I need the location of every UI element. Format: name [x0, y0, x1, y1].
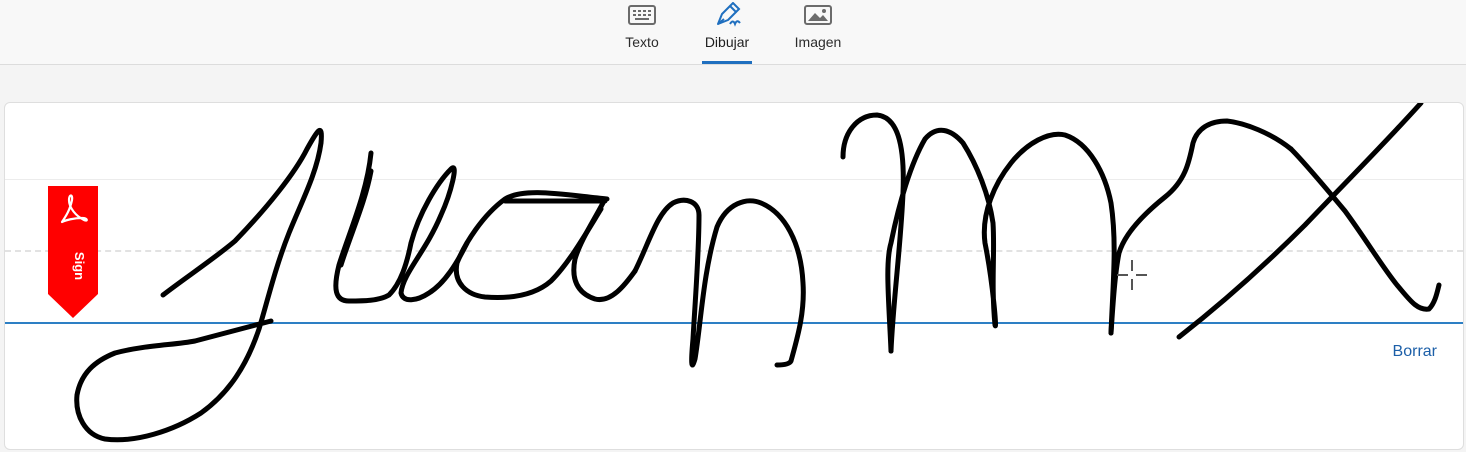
tab-texto-label: Texto — [625, 34, 659, 50]
keyboard-icon — [627, 2, 657, 28]
tab-dibujar-label: Dibujar — [704, 34, 750, 50]
drawn-signature-strokes — [74, 103, 1442, 443]
clear-signature-button[interactable]: Borrar — [1393, 343, 1437, 361]
tab-imagen[interactable]: Imagen — [792, 0, 844, 64]
tab-texto[interactable]: Texto — [620, 0, 664, 64]
signature-drawing-area[interactable]: Sign Borrar — [4, 102, 1464, 450]
signature-mode-tabs: Texto Dibujar Imagen — [0, 0, 1466, 65]
image-icon — [803, 2, 833, 28]
tab-dibujar[interactable]: Dibujar — [702, 0, 752, 64]
tab-imagen-label: Imagen — [794, 34, 842, 50]
pen-icon — [712, 2, 742, 28]
active-tab-indicator — [702, 61, 752, 64]
crosshair-cursor-icon — [1117, 260, 1147, 290]
